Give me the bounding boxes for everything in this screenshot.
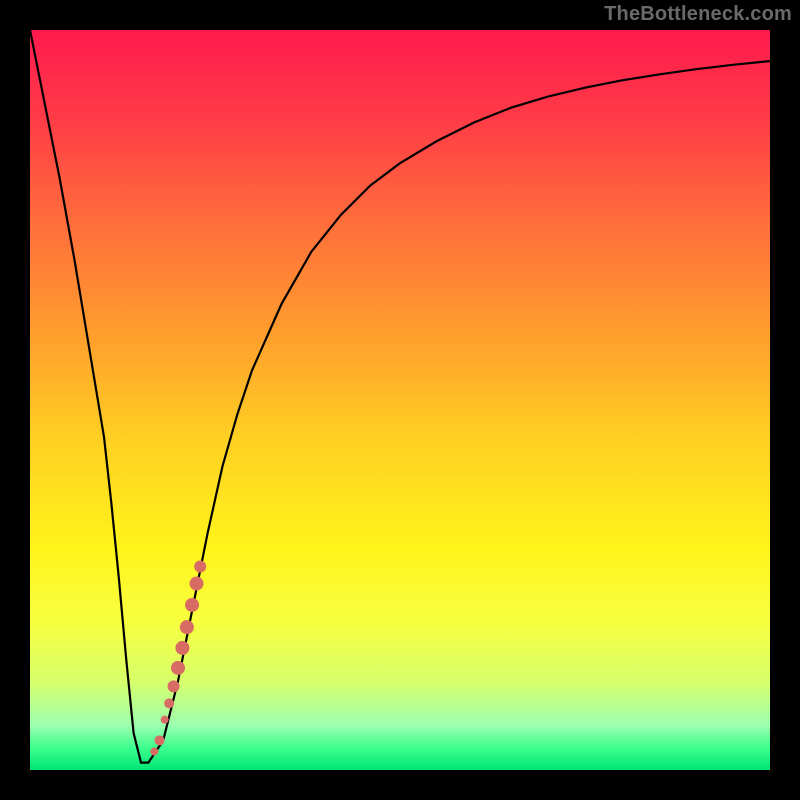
highlight-dot <box>190 577 204 591</box>
chart-frame: TheBottleneck.com <box>0 0 800 800</box>
highlight-dot <box>164 698 174 708</box>
highlight-dot <box>155 735 165 745</box>
highlight-dot <box>171 661 185 675</box>
highlight-dot <box>194 561 206 573</box>
highlight-dots-group <box>150 561 206 756</box>
highlight-dot <box>161 716 169 724</box>
highlight-dot <box>180 620 194 634</box>
highlight-dot <box>185 598 199 612</box>
bottleneck-curve <box>30 30 770 763</box>
highlight-dot <box>175 641 189 655</box>
highlight-dot <box>150 748 158 756</box>
plot-area <box>30 30 770 770</box>
chart-svg <box>30 30 770 770</box>
watermark-text: TheBottleneck.com <box>604 3 792 26</box>
highlight-dot <box>168 680 180 692</box>
